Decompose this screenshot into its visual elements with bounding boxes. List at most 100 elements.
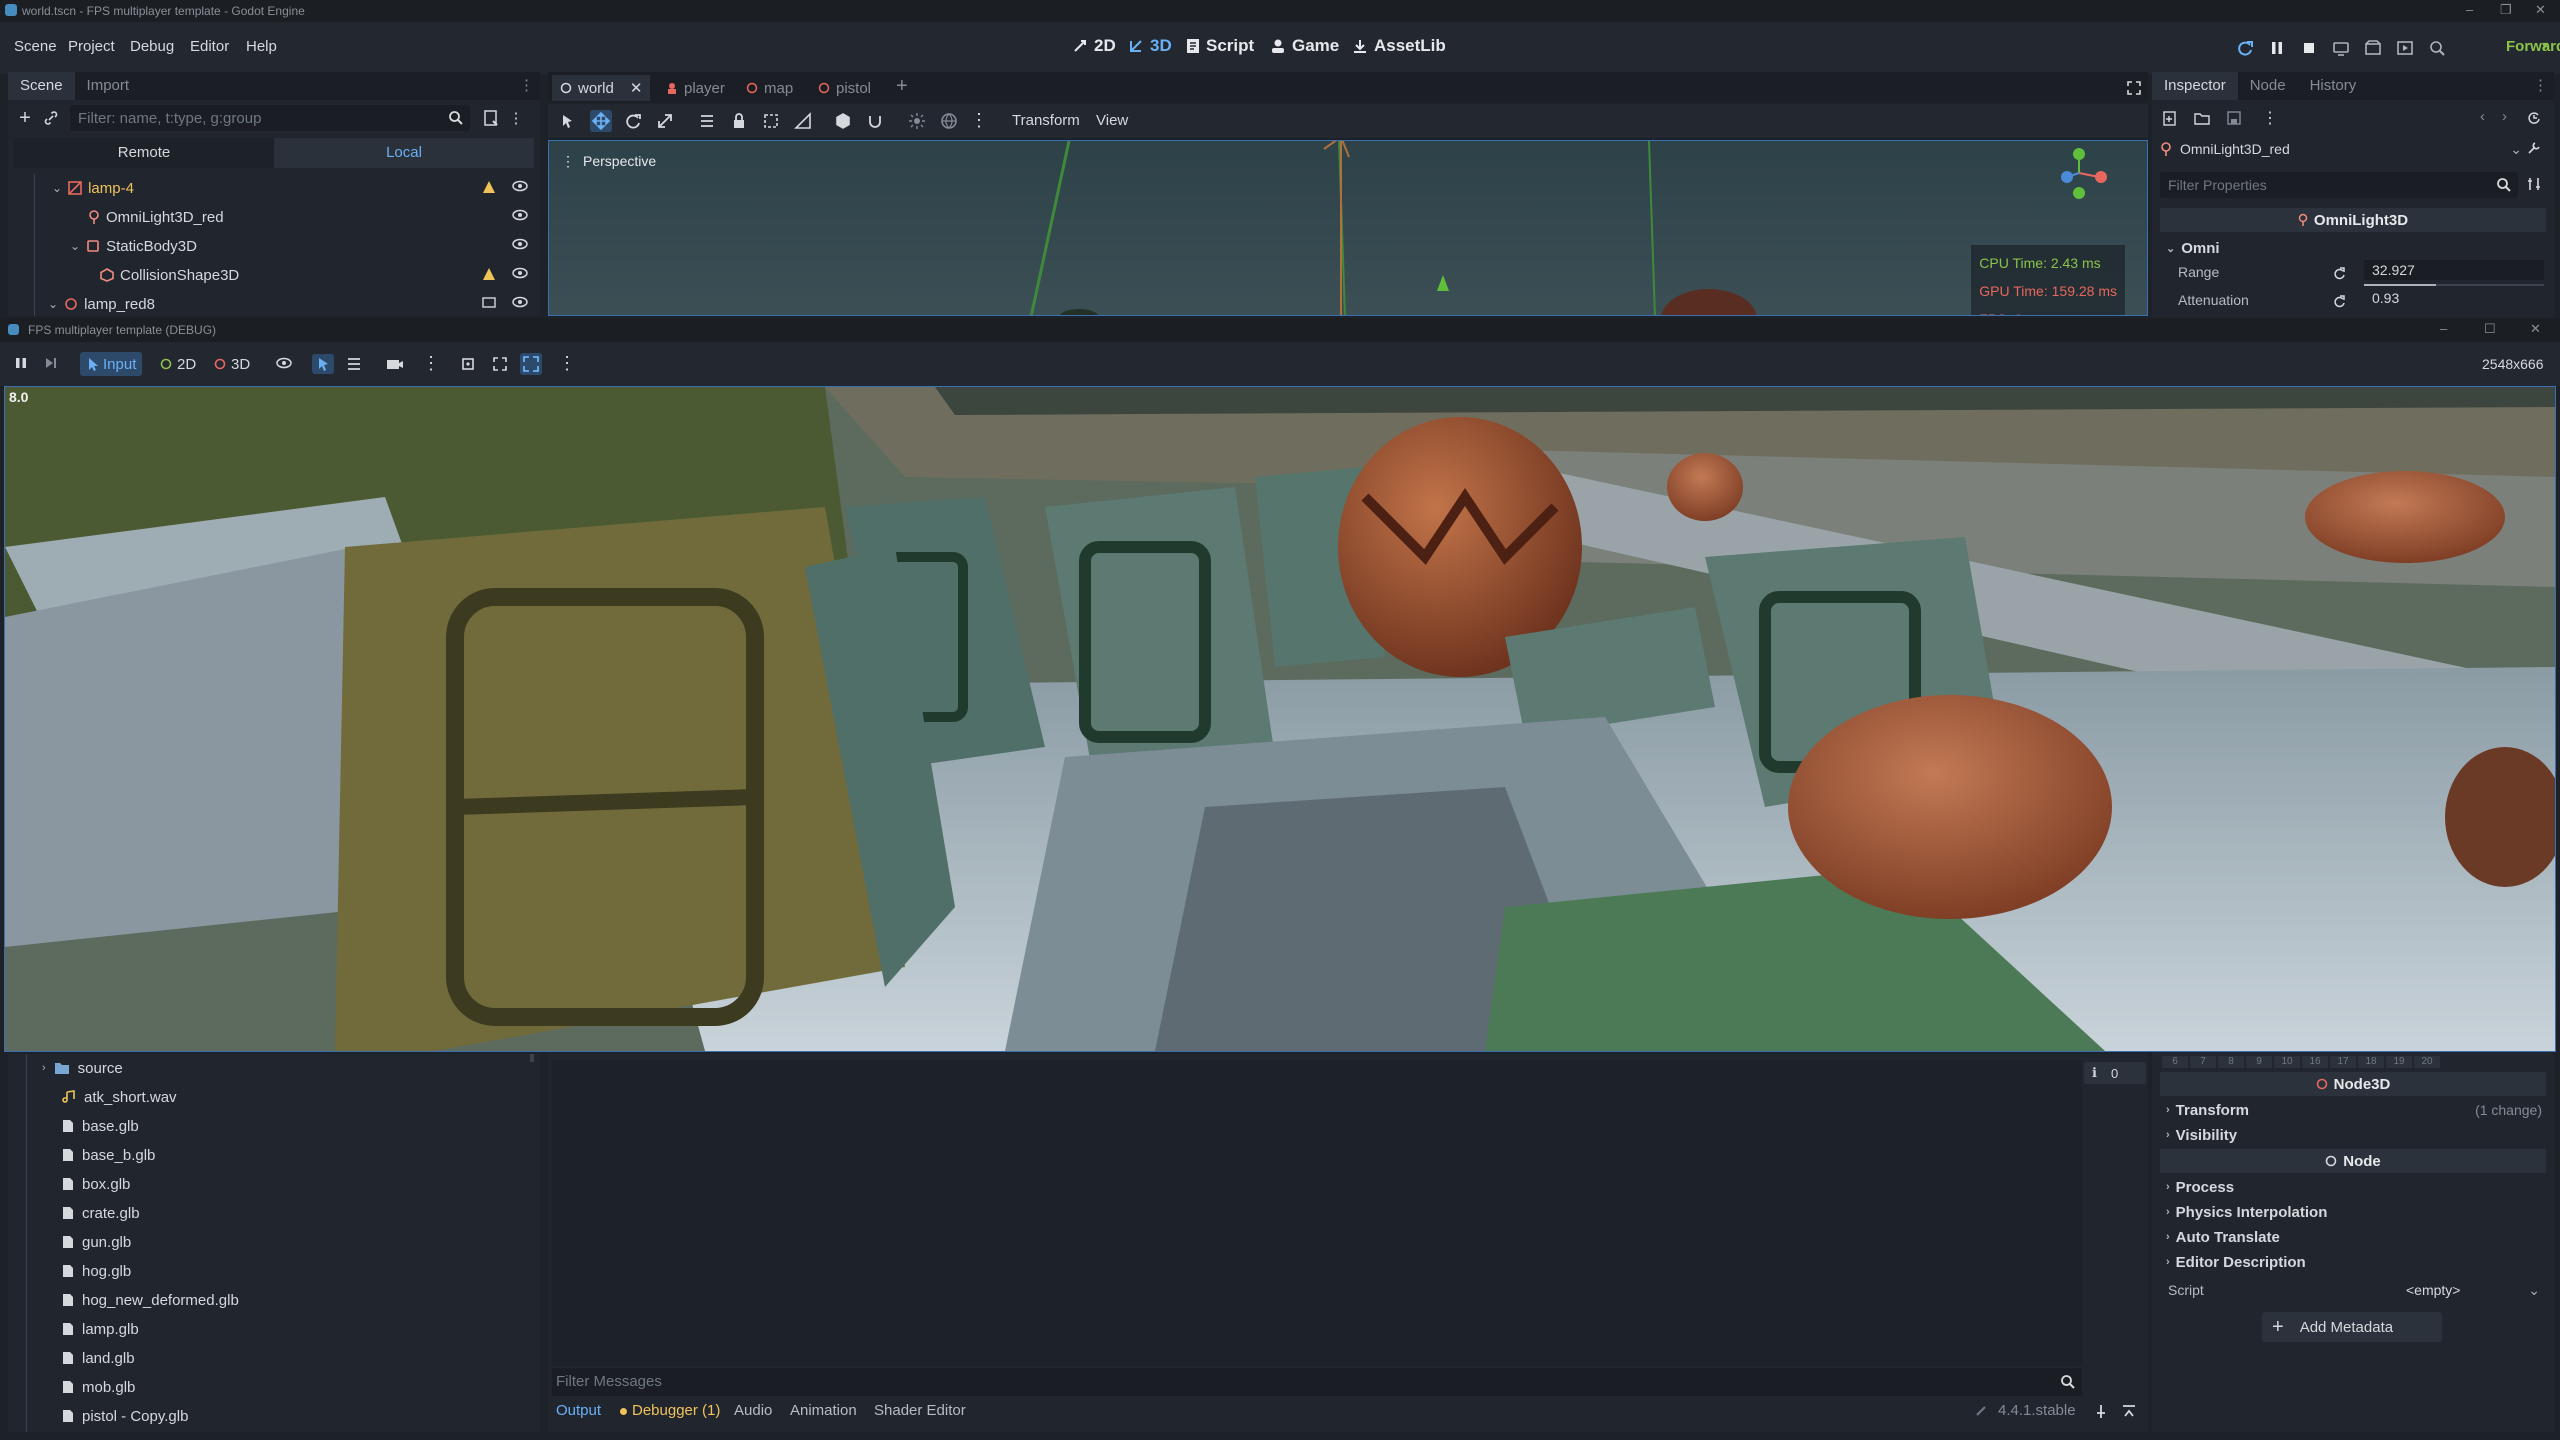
main-screen-script-button[interactable]: Script — [1186, 36, 1254, 56]
tree-item-lamp-4[interactable]: ⌄ lamp-4 — [52, 174, 134, 202]
perspective-menu[interactable]: ⋮ Perspective — [561, 153, 656, 170]
editor-description-group[interactable]: › Editor Description — [2166, 1250, 2546, 1274]
remote-debug-icon[interactable] — [2330, 37, 2352, 59]
tab-debugger[interactable]: Debugger (1) — [632, 1402, 720, 1419]
filter-properties-input[interactable]: Filter Properties — [2160, 172, 2518, 198]
add-node-icon[interactable]: + — [12, 107, 38, 130]
visibility-group[interactable]: › Visibility — [2166, 1123, 2546, 1147]
fs-item-lamp-glb[interactable]: lamp.glb — [62, 1315, 139, 1343]
minimize-icon[interactable]: – — [2466, 2, 2473, 17]
tree-item-omnilight3d-red[interactable]: OmniLight3D_red — [88, 203, 224, 231]
tab-import[interactable]: Import — [75, 72, 142, 100]
object-tools-icon[interactable] — [2526, 140, 2542, 156]
tab-output[interactable]: Output — [556, 1402, 601, 1419]
tree-item-staticbody3d[interactable]: ⌄ StaticBody3D — [70, 232, 197, 260]
tab-shader-editor[interactable]: Shader Editor — [874, 1402, 966, 1419]
layer-bit[interactable]: 7 — [2190, 1056, 2216, 1068]
camera-override-icon[interactable] — [386, 356, 404, 372]
chevron-down-icon[interactable]: ⌄ — [52, 181, 62, 195]
main-screen-2d-button[interactable]: 2D — [1072, 36, 1116, 56]
scrollbar[interactable] — [530, 1054, 534, 1062]
snap-icon[interactable] — [864, 110, 886, 132]
add-metadata-button[interactable]: + Add Metadata — [2262, 1312, 2442, 1342]
editor-3d-viewport[interactable]: ⋮ Perspective CPU Time: 2.43 ms GPU Time:… — [548, 140, 2148, 316]
chevron-down-icon[interactable]: ⌄ — [48, 297, 58, 311]
open-folder-icon[interactable] — [2194, 110, 2210, 126]
stop-icon[interactable] — [2298, 37, 2320, 59]
game-menu-icon[interactable]: ⋮ — [558, 353, 576, 374]
main-screen-3d-button[interactable]: 3D — [1128, 36, 1172, 56]
new-resource-icon[interactable] — [2162, 110, 2178, 126]
fs-item-base-b-glb[interactable]: base_b.glb — [62, 1141, 155, 1169]
filter-messages-input[interactable]: Filter Messages — [552, 1368, 2082, 1396]
close-tab-icon[interactable]: ✕ — [630, 79, 643, 97]
local-space-icon[interactable] — [832, 110, 854, 132]
scale-tool-icon[interactable] — [654, 110, 676, 132]
distraction-free-icon[interactable] — [2126, 80, 2142, 96]
script-attach-icon[interactable] — [476, 109, 506, 127]
next-frame-icon[interactable] — [44, 356, 58, 370]
dock-menu-icon[interactable]: ⋮ — [519, 72, 534, 100]
remote-button[interactable]: Remote — [14, 138, 274, 168]
scene-filter-input[interactable]: Filter: name, t:type, g:group — [70, 105, 470, 131]
layer-bit[interactable]: 16 — [2302, 1056, 2328, 1068]
update-spinner-icon[interactable] — [1974, 1404, 1988, 1418]
range-value[interactable]: 32.927 — [2364, 260, 2544, 280]
main-screen-game-button[interactable]: Game — [1270, 36, 1339, 56]
menu-editor[interactable]: Editor — [190, 38, 229, 55]
close-window-icon[interactable]: ✕ — [2530, 321, 2541, 337]
lock-icon[interactable] — [728, 110, 750, 132]
tab-audio[interactable]: Audio — [734, 1402, 772, 1419]
history-forward-icon[interactable]: › — [2502, 108, 2507, 125]
process-group[interactable]: › Process — [2166, 1175, 2546, 1199]
tab-node[interactable]: Node — [2238, 72, 2298, 100]
select-tool-icon[interactable] — [556, 110, 578, 132]
maximize-icon[interactable]: ❐ — [2500, 2, 2512, 18]
layer-bit[interactable]: 19 — [2386, 1056, 2412, 1068]
fs-item-atk-short-wav[interactable]: atk_short.wav — [62, 1083, 177, 1111]
reset-icon[interactable] — [2332, 266, 2346, 280]
sun-preview-icon[interactable] — [906, 110, 928, 132]
physics-interpolation-group[interactable]: › Physics Interpolation — [2166, 1200, 2546, 1224]
select-tool-icon[interactable] — [312, 354, 334, 374]
minimize-icon[interactable]: – — [2440, 321, 2447, 336]
attenuation-value[interactable]: 0.93 — [2364, 288, 2544, 308]
inspector-menu-icon[interactable]: ⋮ — [2262, 108, 2278, 128]
tree-item-collisionshape3d[interactable]: CollisionShape3D — [100, 261, 239, 289]
layer-bit[interactable]: 9 — [2246, 1056, 2272, 1068]
main-screen-assetlib-button[interactable]: AssetLib — [1352, 36, 1446, 56]
transform-menu[interactable]: Transform — [1012, 112, 1080, 129]
warning-icon[interactable] — [482, 180, 496, 194]
layer-bit[interactable]: 10 — [2274, 1056, 2300, 1068]
fs-item-source[interactable]: › source — [42, 1054, 123, 1082]
tab-player[interactable]: player — [658, 75, 733, 101]
menu-project[interactable]: Project — [68, 38, 115, 55]
menu-debug[interactable]: Debug — [130, 38, 174, 55]
environment-preview-icon[interactable] — [938, 110, 960, 132]
visibility-eye-icon[interactable] — [276, 356, 292, 370]
tab-history[interactable]: History — [2298, 72, 2369, 100]
pause-icon[interactable] — [14, 356, 28, 370]
visibility-eye-icon[interactable] — [512, 296, 528, 308]
auto-translate-group[interactable]: › Auto Translate — [2166, 1225, 2546, 1249]
layer-bit[interactable]: 17 — [2330, 1056, 2356, 1068]
transform-group[interactable]: › Transform (1 change) — [2166, 1098, 2546, 1122]
mode-3d-button[interactable]: 3D — [208, 352, 256, 376]
list-select-icon[interactable] — [346, 356, 362, 372]
renderer-selector[interactable]: Forward+ — [2506, 38, 2560, 55]
save-icon[interactable] — [2226, 110, 2242, 126]
move-tool-icon[interactable] — [590, 110, 612, 132]
group-nodes-icon[interactable] — [760, 110, 782, 132]
output-log[interactable] — [552, 1060, 2082, 1366]
reset-icon[interactable] — [2332, 294, 2346, 308]
close-window-icon[interactable]: ✕ — [2535, 2, 2546, 18]
add-tab-icon[interactable]: + — [896, 75, 908, 98]
run-scene-icon[interactable] — [2394, 37, 2416, 59]
menu-help[interactable]: Help — [246, 38, 277, 55]
preview-menu-icon[interactable]: ⋮ — [968, 110, 990, 132]
scene-menu-icon[interactable]: ⋮ — [506, 109, 526, 127]
fs-item-mob-glb[interactable]: mob.glb — [62, 1373, 135, 1401]
layer-bit[interactable]: 6 — [2162, 1056, 2188, 1068]
object-history-icon[interactable] — [2526, 110, 2542, 126]
tab-scene[interactable]: Scene — [8, 72, 75, 100]
